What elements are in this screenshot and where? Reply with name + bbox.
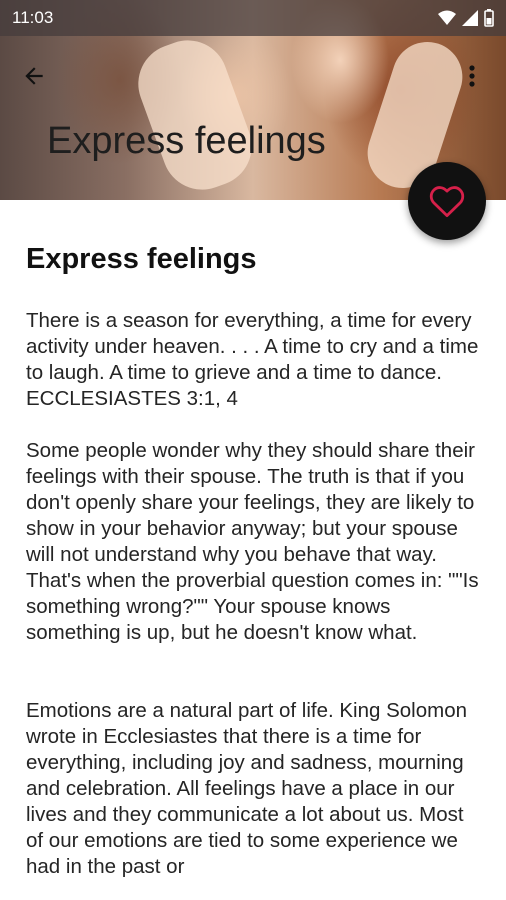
more-vert-icon [469,65,475,87]
status-icons [438,9,494,27]
status-time: 11:03 [12,8,54,27]
header-title: Express feelings [47,120,326,162]
article-paragraph: Emotions are a natural part of life. Kin… [26,699,467,878]
article-paragraph: There is a season for everything, a time… [26,309,479,410]
arrow-left-icon [25,67,43,85]
battery-icon [484,9,494,27]
article-heading: Express feelings [26,243,257,275]
back-button[interactable] [14,56,54,96]
more-options-button[interactable] [452,56,492,96]
toolbar [0,48,506,104]
status-bar: 11:03 [0,0,506,36]
signal-icon [462,10,478,26]
article-paragraph: Some people wonder why they should share… [26,439,479,644]
article-content: Express feelings There is a season for e… [0,200,506,900]
wifi-icon [438,10,456,25]
